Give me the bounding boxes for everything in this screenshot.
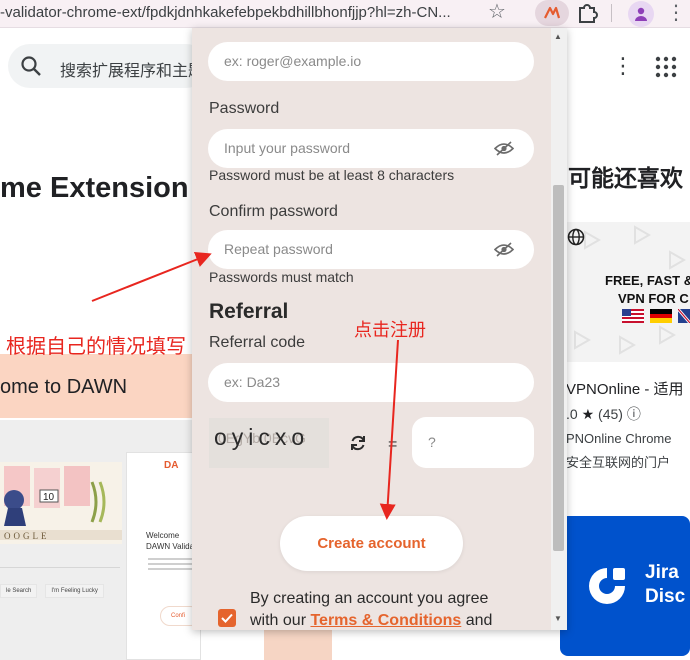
info-icon: ⓘ: [626, 406, 641, 422]
toolbar-divider: [611, 4, 612, 22]
preview-logo: DA: [164, 460, 179, 471]
jira-title-line1: Jira: [645, 562, 679, 583]
preview-peach-strip: [264, 630, 332, 660]
terms-checkbox[interactable]: [218, 609, 236, 627]
equals-sign: =: [388, 436, 398, 453]
search-placeholder: 搜索扩展程序和主题: [60, 63, 205, 80]
rating-star-icon: ★: [581, 406, 595, 422]
profile-avatar[interactable]: [628, 1, 654, 27]
referral-code-field[interactable]: ex: Da23: [208, 363, 534, 402]
preview-welcome-line2: DAWN Validat: [146, 542, 197, 551]
person-icon: [635, 7, 647, 21]
captcha-text: oyicxo: [214, 424, 310, 450]
eye-off-icon[interactable]: [494, 241, 514, 258]
more-options-icon[interactable]: ⋮: [612, 52, 634, 80]
google-doodle-image: 10 OOGLE: [0, 462, 122, 544]
extension-title: me Extension: [0, 172, 189, 204]
preview-text-lines: [148, 558, 193, 576]
bookmark-star-icon[interactable]: ☆: [488, 0, 506, 24]
vpn-description-line2: 安全互联网的门户: [566, 455, 671, 470]
vpn-banner-line2: VPN FOR C: [618, 291, 689, 306]
scroll-down-arrow-icon[interactable]: ▼: [554, 614, 562, 623]
arrow-to-fields: [91, 251, 212, 302]
germany-flag-icon: [650, 309, 672, 323]
captcha-answer-placeholder: ?: [428, 434, 436, 450]
uk-flag-icon: [678, 309, 690, 323]
confirm-password-field[interactable]: Repeat password: [208, 230, 534, 269]
preview-buttons: le Search I'm Feeling Lucky: [0, 584, 112, 598]
preview-search-bar: [0, 552, 120, 568]
jira-logo-icon: [589, 568, 625, 604]
svg-text:10: 10: [43, 492, 55, 503]
vpn-extension-name[interactable]: VPNOnline - 适用: [566, 378, 684, 399]
password-placeholder: Input your password: [224, 140, 351, 156]
svg-text:OOGLE: OOGLE: [4, 531, 50, 541]
vpn-review-count: (45): [598, 406, 623, 422]
vpn-banner-line1: FREE, FAST &: [605, 273, 690, 288]
password-hint: Password must be at least 8 characters: [209, 167, 455, 183]
terms-suffix: and: [461, 612, 493, 629]
address-bar[interactable]: -validator-chrome-ext/fpdkjdnhkakefebpek…: [0, 0, 690, 28]
referral-heading: Referral: [209, 300, 289, 323]
annotation-click-register: 点击注册: [354, 320, 426, 340]
search-icon: [21, 56, 41, 76]
scrollbar-thumb[interactable]: [553, 185, 564, 551]
captcha-answer-field[interactable]: ?: [412, 417, 534, 468]
confirm-password-placeholder: Repeat password: [224, 241, 333, 257]
vpn-rating: .0 ★ (45) ⓘ: [566, 404, 641, 424]
confirm-password-hint: Passwords must match: [209, 269, 354, 285]
preview-search-button: le Search: [0, 584, 38, 598]
referral-code-label: Referral code: [209, 334, 306, 351]
annotation-fill-in: 根据自己的情况填写: [6, 336, 186, 358]
terms-agree-line2: with our Terms & Conditions and: [250, 612, 492, 630]
preview-welcome: Welcome DAWN Validat: [146, 530, 196, 552]
preview-welcome-line1: Welcome: [146, 531, 180, 540]
referral-code-placeholder: ex: Da23: [224, 374, 281, 390]
terms-conditions-link[interactable]: Terms & Conditions: [310, 612, 461, 629]
preview-lucky-button: I'm Feeling Lucky: [45, 584, 104, 598]
promo-text: ome to DAWN: [0, 376, 128, 398]
extensions-puzzle-icon[interactable]: [576, 2, 600, 24]
preview-popup-panel: [126, 452, 201, 660]
dawn-extension-icon[interactable]: [535, 0, 569, 26]
password-label: Password: [209, 100, 280, 117]
registration-popup: ex: roger@example.io Password Input your…: [192, 28, 567, 630]
apps-grid-icon[interactable]: [655, 56, 677, 78]
refresh-icon[interactable]: [348, 433, 368, 453]
jira-title-line2: Disc: [645, 586, 686, 607]
terms-prefix: with our: [250, 612, 311, 629]
confirm-password-label: Confirm password: [209, 203, 338, 220]
checkmark-icon: [221, 613, 233, 623]
url-text[interactable]: -validator-chrome-ext/fpdkjdnhkakefebpek…: [0, 4, 480, 21]
email-field[interactable]: ex: roger@example.io: [208, 42, 534, 81]
dawn-logo-icon: [544, 6, 561, 19]
vpn-description-line1: PNOnline Chrome: [566, 431, 672, 446]
eye-off-icon[interactable]: [494, 140, 514, 157]
create-account-button[interactable]: Create account: [280, 516, 463, 571]
terms-agree-text: By creating an account you agree: [250, 590, 489, 607]
email-placeholder: ex: roger@example.io: [224, 53, 362, 69]
us-flag-icon: [622, 309, 644, 323]
you-may-like-heading: 可能还喜欢: [568, 165, 683, 191]
scroll-up-arrow-icon[interactable]: ▲: [554, 32, 562, 41]
browser-menu-icon[interactable]: ⋮: [666, 2, 686, 24]
vpn-rating-value: .0: [566, 406, 578, 422]
password-field[interactable]: Input your password: [208, 129, 534, 168]
globe-icon: [567, 228, 585, 246]
